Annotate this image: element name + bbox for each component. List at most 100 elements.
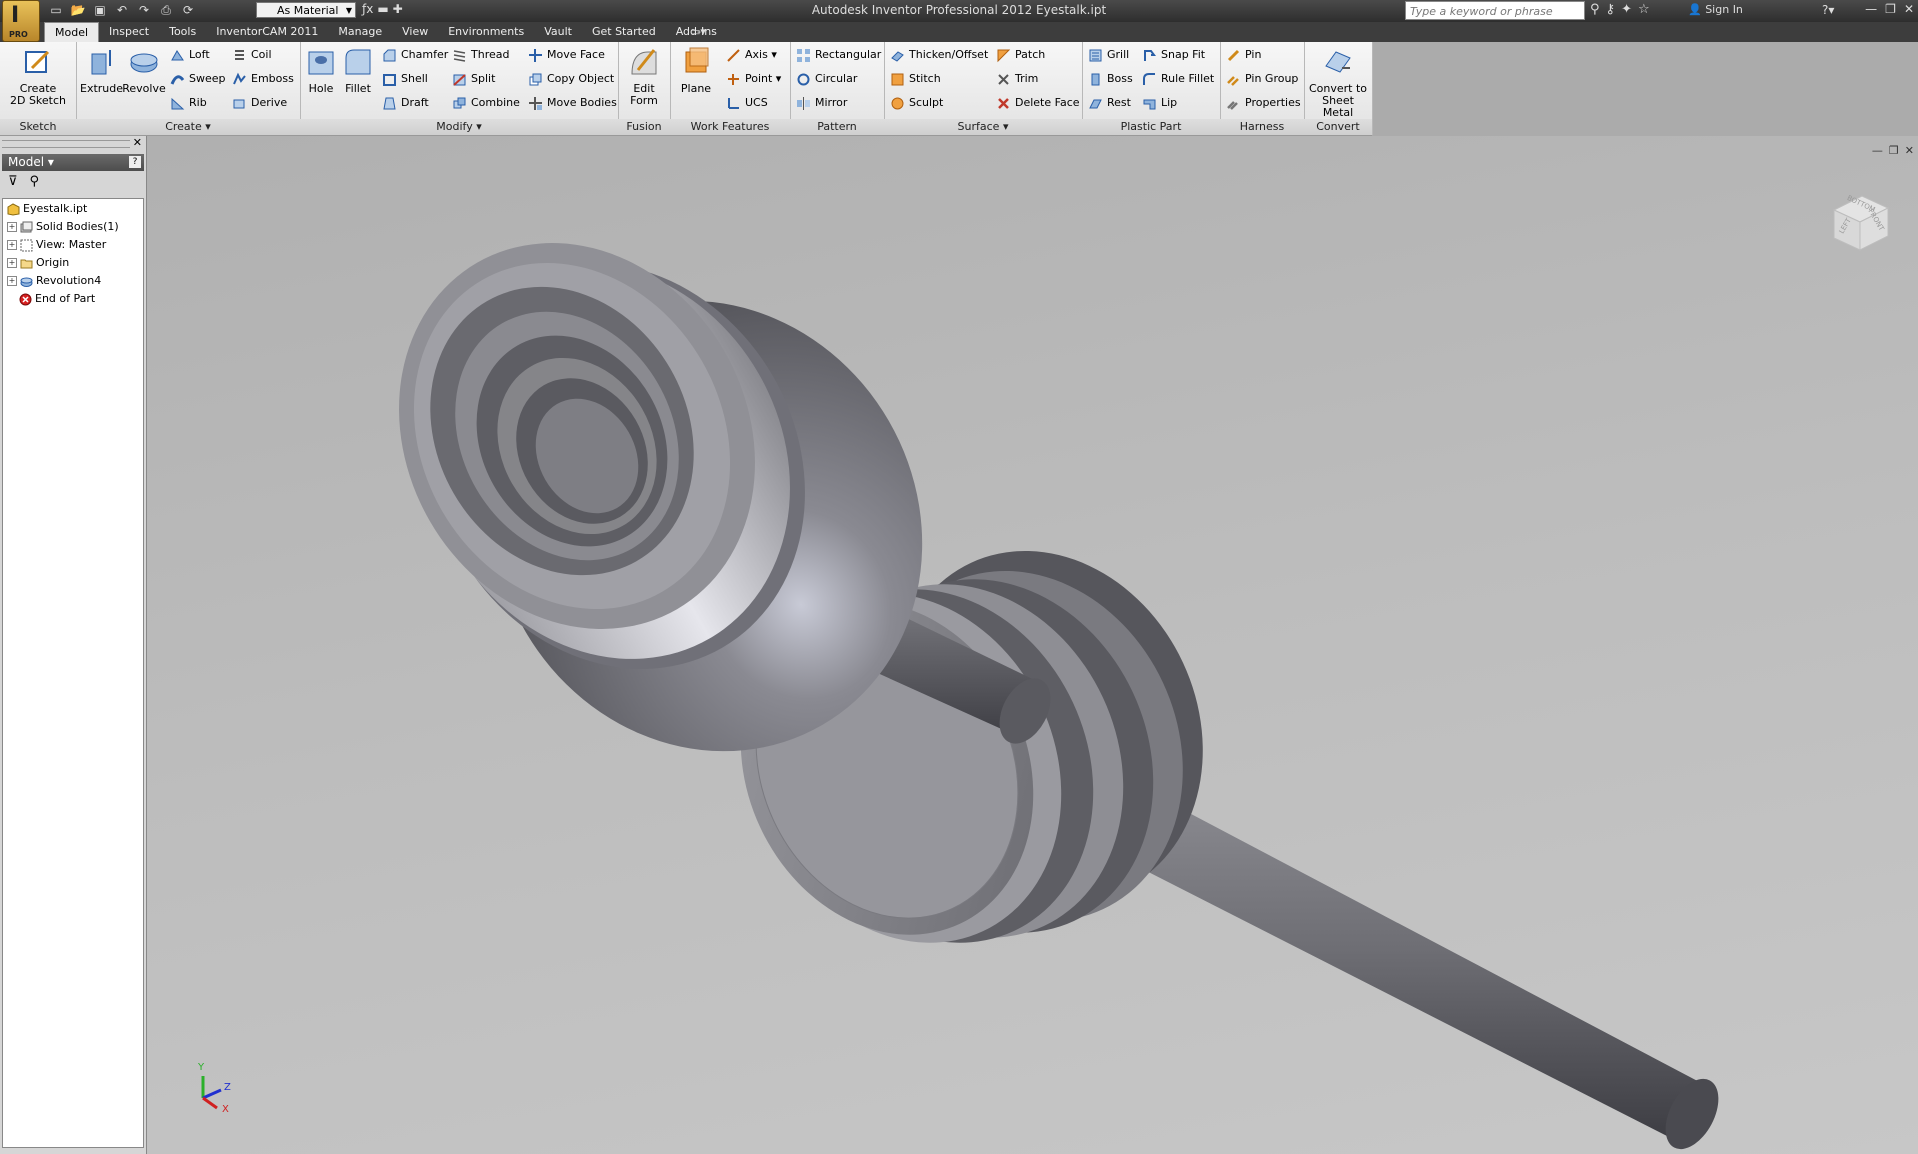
thicken-offset-button[interactable]: Thicken/Offset [890,46,988,64]
graphics-viewport[interactable]: — ❐ ✕ LEFT FRONT BOTTOM Y Z X [147,136,1918,1154]
tree-item-view[interactable]: + View: Master [7,237,106,253]
draft-button[interactable]: Draft [382,94,429,112]
key-icon[interactable]: ⚷ [1606,2,1616,17]
coil-button[interactable]: Coil [232,46,272,64]
point-button[interactable]: Point ▾ [726,70,781,88]
expand-icon[interactable]: + [7,276,17,286]
minimize-icon[interactable]: — [1865,2,1877,16]
close-icon[interactable]: ✕ [1904,2,1914,16]
rectangular-pattern-icon [797,48,810,62]
eyestalk-model[interactable] [147,136,1918,1154]
view-icon [20,239,33,251]
panel-harness: Pin Pin Group Properties Harness [1220,42,1305,135]
application-menu-button[interactable]: I PRO [2,0,40,42]
model-browser: ✕ Model ▾? ⊽ ⚲ Eyestalk.ipt + Solid Bodie… [0,136,147,1154]
grill-button[interactable]: Grill [1088,46,1129,64]
move-bodies-icon [529,96,542,110]
panel-label-work-features: Work Features [670,119,790,135]
chamfer-button[interactable]: Chamfer [382,46,448,64]
edit-form-button[interactable]: Edit Form [622,46,666,107]
mirror-button[interactable]: Mirror [796,94,847,112]
tab-inspect[interactable]: Inspect [99,22,159,42]
subscription-icon[interactable]: ✦ [1621,2,1632,17]
tree-item-root[interactable]: Eyestalk.ipt [7,201,87,217]
patch-button[interactable]: Patch [996,46,1045,64]
sign-in-link[interactable]: 👤 Sign In [1688,3,1743,16]
revolve-button[interactable]: Revolve [122,46,166,95]
tree-item-end-of-part[interactable]: End of Part [19,291,95,307]
restore-icon[interactable]: ❐ [1885,2,1896,16]
tab-view[interactable]: View [392,22,438,42]
pin-button[interactable]: Pin [1226,46,1261,64]
extrude-button[interactable]: Extrude [80,46,123,95]
browser-grip[interactable] [2,140,130,148]
delete-face-button[interactable]: Delete Face [996,94,1080,112]
lip-button[interactable]: Lip [1142,94,1177,112]
help-icon[interactable]: ?▾ [1822,3,1834,17]
star-icon[interactable]: ☆ [1638,2,1650,17]
expand-icon[interactable]: + [7,240,17,250]
move-face-button[interactable]: Move Face [528,46,605,64]
fillet-button[interactable]: Fillet [340,46,376,95]
mirror-label: Mirror [815,96,848,109]
plane-button[interactable]: Plane [674,46,718,95]
viewcube[interactable]: LEFT FRONT BOTTOM [1824,186,1894,256]
rule-fillet-button[interactable]: Rule Fillet [1142,70,1214,88]
stitch-button[interactable]: Stitch [890,70,941,88]
hole-button[interactable]: Hole [304,46,338,95]
move-bodies-button[interactable]: Move Bodies [528,94,617,112]
tab-model[interactable]: Model [44,22,100,43]
tab-get-started[interactable]: Get Started [582,22,666,42]
tab-tools[interactable]: Tools [159,22,206,42]
snap-fit-button[interactable]: Snap Fit [1142,46,1205,64]
panel-pattern: Rectangular Circular Mirror Pattern [790,42,885,135]
derive-button[interactable]: Derive [232,94,287,112]
combine-button[interactable]: Combine [452,94,520,112]
expand-icon[interactable]: + [7,222,17,232]
find-icon[interactable]: ⚲ [30,174,40,194]
rectangular-pattern-button[interactable]: Rectangular [796,46,881,64]
split-button[interactable]: Split [452,70,495,88]
shell-button[interactable]: Shell [382,70,428,88]
help-icon[interactable]: ? [129,156,141,168]
move-face-label: Move Face [547,48,605,61]
sweep-button[interactable]: Sweep [170,70,226,88]
ribbon-options-icon[interactable]: ▭▾ [690,25,706,38]
rest-button[interactable]: Rest [1088,94,1131,112]
tab-manage[interactable]: Manage [328,22,392,42]
copy-object-button[interactable]: Copy Object [528,70,614,88]
emboss-button[interactable]: Emboss [232,70,294,88]
panel-label-surface[interactable]: Surface ▾ [884,119,1082,135]
browser-header[interactable]: Model ▾? [2,154,144,171]
tab-inventorcam[interactable]: InventorCAM 2011 [206,22,328,42]
convert-to-sheet-metal-button[interactable]: Convert to Sheet Metal [1306,46,1370,119]
close-icon[interactable]: ✕ [133,136,142,149]
panel-label-create[interactable]: Create ▾ [76,119,300,135]
ucs-button[interactable]: UCS [726,94,768,112]
loft-button[interactable]: Loft [170,46,210,64]
tab-vault[interactable]: Vault [534,22,582,42]
coil-icon [235,49,244,60]
binoculars-icon[interactable]: ⚲ [1590,2,1600,17]
properties-button[interactable]: Properties [1226,94,1301,112]
tree-item-revolution[interactable]: + Revolution4 [7,273,101,289]
panel-label-modify[interactable]: Modify ▾ [300,119,618,135]
create-2d-sketch-button[interactable]: Create 2D Sketch [4,46,72,107]
rectangular-label: Rectangular [815,48,882,61]
boss-label: Boss [1107,72,1133,85]
filter-icon[interactable]: ⊽ [8,174,18,194]
tab-environments[interactable]: Environments [438,22,534,42]
loft-label: Loft [189,48,210,61]
pin-group-button[interactable]: Pin Group [1226,70,1298,88]
sculpt-button[interactable]: Sculpt [890,94,943,112]
search-input[interactable]: Type a keyword or phrase [1405,1,1585,20]
thread-button[interactable]: Thread [452,46,509,64]
circular-pattern-button[interactable]: Circular [796,70,857,88]
tree-item-origin[interactable]: + Origin [7,255,69,271]
trim-button[interactable]: Trim [996,70,1038,88]
rib-button[interactable]: Rib [170,94,207,112]
axis-button[interactable]: Axis ▾ [726,46,777,64]
boss-button[interactable]: Boss [1088,70,1133,88]
expand-icon[interactable]: + [7,258,17,268]
tree-item-solid-bodies[interactable]: + Solid Bodies(1) [7,219,119,235]
